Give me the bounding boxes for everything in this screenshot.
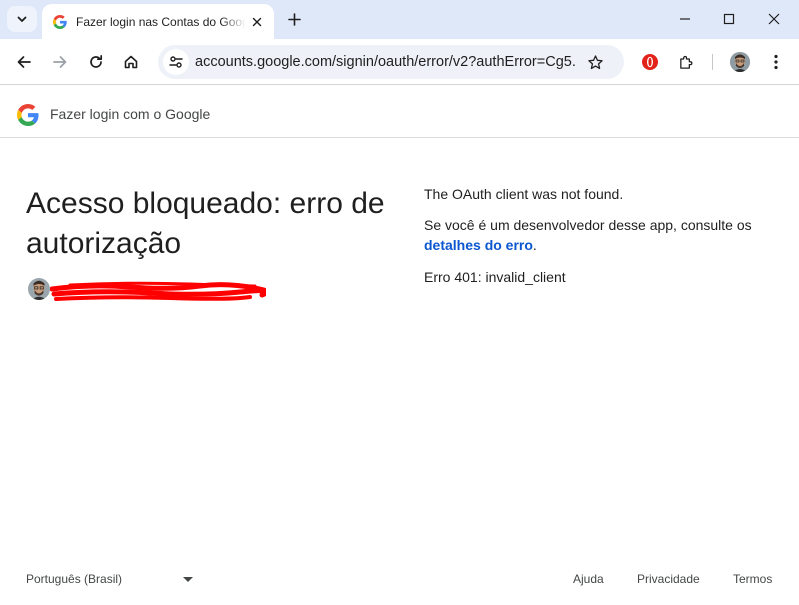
error-code: Erro 401: invalid_client (424, 269, 566, 285)
maximize-icon (723, 13, 735, 25)
menu-button[interactable] (762, 48, 790, 76)
tab-title: Fazer login nas Contas do Google (76, 14, 246, 29)
error-details-link[interactable]: detalhes do erro (424, 237, 533, 253)
puzzle-icon (679, 55, 692, 69)
privacy-link[interactable]: Privacidade (637, 572, 700, 586)
tab-active[interactable]: Fazer login nas Contas do Google (42, 4, 274, 39)
tune-icon (169, 56, 183, 68)
help-link[interactable]: Ajuda (573, 572, 604, 586)
developer-note-period: . (532, 237, 537, 253)
terms-link[interactable]: Termos (733, 572, 772, 586)
avatar (28, 278, 50, 300)
reload-button[interactable] (82, 48, 110, 76)
address-bar[interactable]: accounts.google.com/signin/oauth/error/v… (158, 45, 624, 79)
extensions-button[interactable] (672, 48, 700, 76)
opera-icon (642, 54, 658, 70)
oauth-message: The OAuth client was not found. (424, 186, 624, 202)
google-g-icon (52, 14, 68, 30)
site-info-button[interactable] (163, 49, 189, 75)
home-icon (124, 55, 138, 69)
developer-text: Se você é um desenvolvedor desse app, co… (424, 217, 752, 233)
profile-button[interactable] (726, 48, 754, 76)
account-chip[interactable] (28, 278, 266, 304)
new-tab-button[interactable] (283, 8, 305, 30)
close-window-button[interactable] (754, 5, 794, 33)
header-title: Fazer login com o Google (50, 106, 211, 122)
chevron-down-icon (17, 16, 27, 22)
kebab-icon (774, 54, 778, 70)
bookmark-button[interactable] (583, 50, 607, 74)
forward-button[interactable] (46, 48, 74, 76)
page-header: Fazer login com o Google (0, 86, 799, 138)
close-icon[interactable] (248, 13, 266, 31)
maximize-button[interactable] (709, 5, 749, 33)
minimize-button[interactable] (665, 5, 705, 33)
opera-extension-button[interactable] (636, 48, 664, 76)
avatar (730, 52, 750, 72)
reload-icon (90, 54, 103, 68)
back-button[interactable] (10, 48, 38, 76)
star-icon (587, 54, 603, 69)
tab-search-button[interactable] (7, 6, 37, 32)
google-g-icon (17, 104, 39, 126)
minimize-icon (680, 18, 690, 20)
redacted-email-scribble (50, 281, 266, 301)
arrow-right-icon (53, 56, 67, 68)
arrow-left-icon (17, 56, 31, 68)
page-title: Acesso bloqueado: erro de autorização (26, 187, 385, 260)
dropdown-arrow-icon[interactable] (181, 573, 195, 587)
title-bar: Fazer login nas Contas do Google (0, 0, 799, 39)
close-icon (768, 13, 780, 25)
language-label: Português (Brasil) (26, 572, 123, 586)
url-text[interactable]: accounts.google.com/signin/oauth/error/v… (195, 54, 577, 70)
developer-note: Se você é um desenvolvedor desse app, co… (424, 215, 774, 255)
toolbar: accounts.google.com/signin/oauth/error/v… (0, 39, 799, 85)
plus-icon (287, 12, 301, 26)
home-button[interactable] (117, 48, 145, 76)
language-select[interactable]: Português (Brasil) (26, 572, 122, 586)
toolbar-separator (712, 54, 713, 70)
